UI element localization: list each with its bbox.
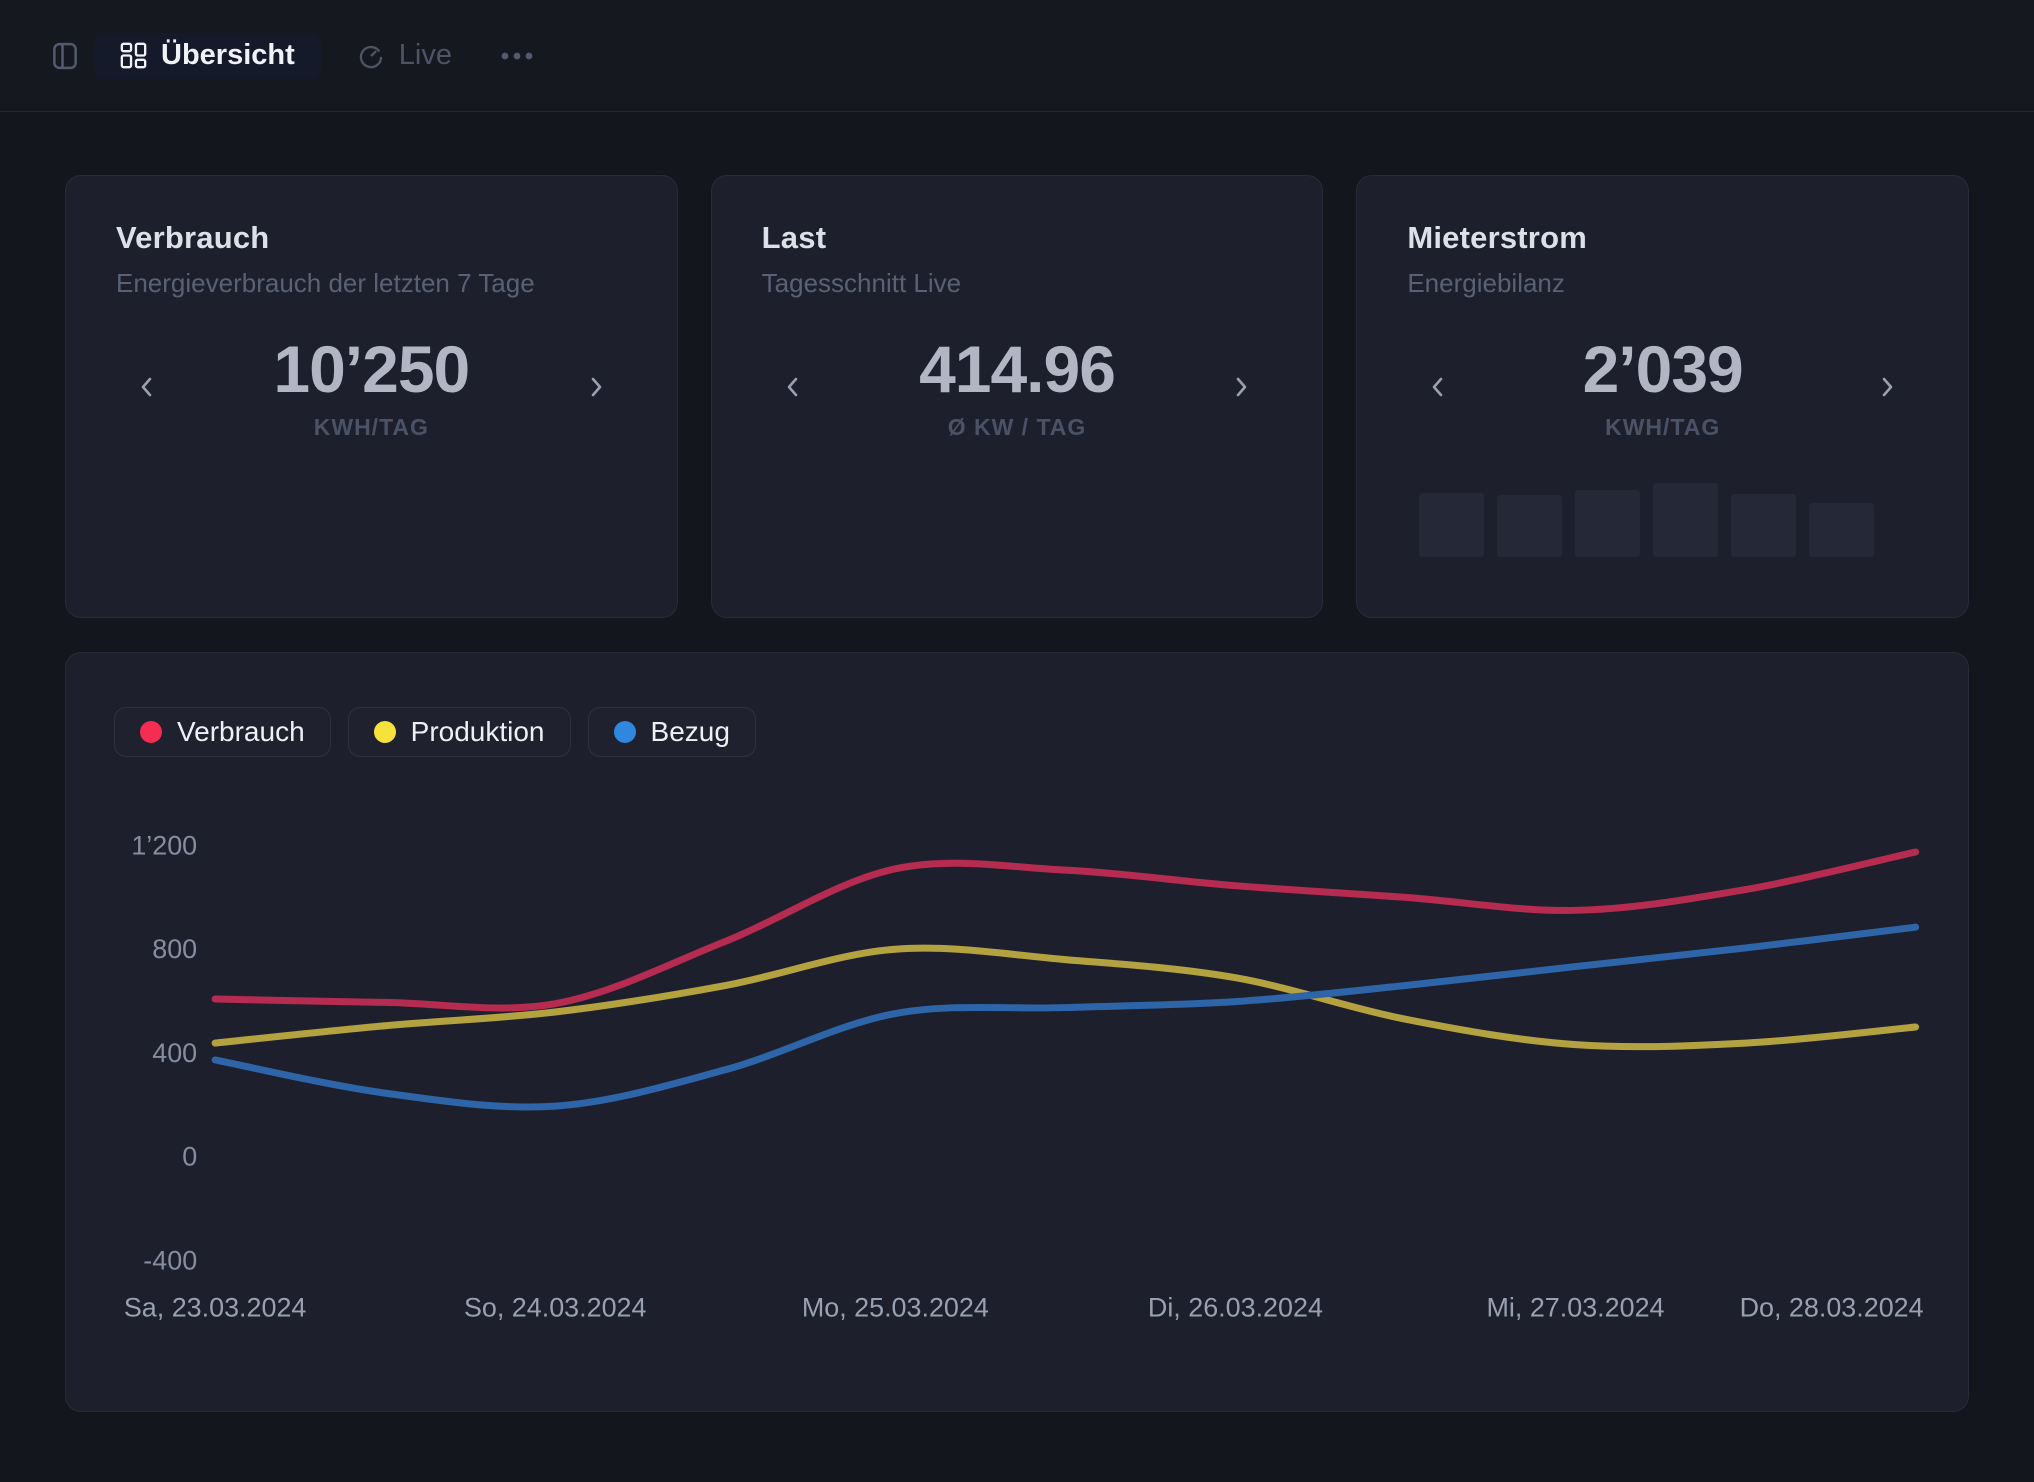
- x-tick-label: So, 24.03.2024: [464, 1292, 647, 1322]
- chart-line-produktion: [215, 948, 1916, 1047]
- tab-live[interactable]: Live: [331, 33, 478, 79]
- topbar: Übersicht Live: [0, 0, 2034, 112]
- tab-uebersicht[interactable]: Übersicht: [94, 33, 321, 79]
- y-tick-label: -400: [143, 1245, 197, 1275]
- energy-dashboard: { "topbar": { "tabs": [ { "label": "Über…: [0, 0, 2034, 1482]
- line-chart: 1’200 800 400 0 -400 Sa, 23.03.2024 So, 24.03.…: [66, 653, 1968, 1411]
- chart-card: Verbrauch Produktion Bezug 1’200 800 400 0 -40…: [65, 652, 1969, 1412]
- more-tabs-button[interactable]: [494, 44, 540, 68]
- chevron-left-icon: [778, 372, 808, 402]
- chevron-right-icon: [581, 372, 611, 402]
- chevron-right-icon: [1872, 372, 1902, 402]
- y-tick-label: 800: [152, 934, 197, 964]
- placeholder-bar: [1419, 493, 1484, 557]
- prev-period-button[interactable]: [124, 364, 170, 410]
- x-tick-label: Di, 26.03.2024: [1148, 1292, 1323, 1322]
- legend-dot-verbrauch: [140, 721, 162, 743]
- prev-period-button[interactable]: [770, 364, 816, 410]
- tab-uebersicht-label: Übersicht: [161, 41, 295, 70]
- card-subtitle: Energiebilanz: [1407, 268, 1918, 299]
- ellipsis-icon: [500, 50, 534, 62]
- chevron-left-icon: [1423, 372, 1453, 402]
- card-last: Last Tagesschnitt Live 414.96 Ø KW / TAG: [711, 175, 1324, 618]
- card-verbrauch: Verbrauch Energieverbrauch der letzten 7…: [65, 175, 678, 618]
- panel-left-icon: [50, 41, 80, 71]
- chevron-left-icon: [132, 372, 162, 402]
- next-period-button[interactable]: [1218, 364, 1264, 410]
- kpi-unit: KWH/TAG: [314, 414, 429, 441]
- x-tick-label: Sa, 23.03.2024: [124, 1292, 307, 1322]
- kpi-value: 414.96: [919, 333, 1115, 406]
- chart-legend: Verbrauch Produktion Bezug: [114, 707, 756, 757]
- legend-dot-produktion: [374, 721, 396, 743]
- placeholder-bar: [1575, 490, 1640, 557]
- legend-label: Bezug: [651, 718, 730, 746]
- kpi-value: 10’250: [273, 333, 469, 406]
- card-title: Last: [762, 220, 1273, 256]
- card-mieterstrom: Mieterstrom Energiebilanz 2’039 KWH/TAG: [1356, 175, 1969, 618]
- kpi-value: 2’039: [1583, 333, 1743, 406]
- legend-pill-verbrauch[interactable]: Verbrauch: [114, 707, 331, 757]
- placeholder-bar: [1497, 495, 1562, 557]
- chart-line-verbrauch: [215, 852, 1916, 1008]
- legend-pill-produktion[interactable]: Produktion: [348, 707, 571, 757]
- energy-balance-placeholder-bars: [1419, 483, 1874, 557]
- card-title: Mieterstrom: [1407, 220, 1918, 256]
- placeholder-bar: [1653, 483, 1718, 557]
- x-tick-label: Mi, 27.03.2024: [1487, 1292, 1665, 1322]
- next-period-button[interactable]: [1864, 364, 1910, 410]
- placeholder-bar: [1731, 494, 1796, 557]
- y-tick-label: 1’200: [131, 830, 197, 860]
- gauge-icon: [357, 42, 385, 70]
- kpi-unit: KWH/TAG: [1605, 414, 1720, 441]
- x-tick-label: Do, 28.03.2024: [1740, 1292, 1924, 1322]
- y-tick-label: 0: [182, 1142, 197, 1172]
- card-subtitle: Energieverbrauch der letzten 7 Tage: [116, 268, 627, 299]
- tab-live-label: Live: [399, 41, 452, 70]
- x-tick-label: Mo, 25.03.2024: [802, 1292, 989, 1322]
- kpi-unit: Ø KW / TAG: [948, 414, 1087, 441]
- prev-period-button[interactable]: [1415, 364, 1461, 410]
- chevron-right-icon: [1226, 372, 1256, 402]
- sidebar-toggle-button[interactable]: [44, 35, 86, 77]
- next-period-button[interactable]: [573, 364, 619, 410]
- legend-label: Verbrauch: [177, 718, 305, 746]
- legend-pill-bezug[interactable]: Bezug: [588, 707, 756, 757]
- dashboard-grid-icon: [120, 42, 147, 69]
- placeholder-bar: [1809, 503, 1874, 557]
- kpi-cards-row: Verbrauch Energieverbrauch der letzten 7…: [65, 175, 1969, 618]
- y-tick-label: 400: [152, 1038, 197, 1068]
- legend-label: Produktion: [411, 718, 545, 746]
- legend-dot-bezug: [614, 721, 636, 743]
- card-subtitle: Tagesschnitt Live: [762, 268, 1273, 299]
- card-title: Verbrauch: [116, 220, 627, 256]
